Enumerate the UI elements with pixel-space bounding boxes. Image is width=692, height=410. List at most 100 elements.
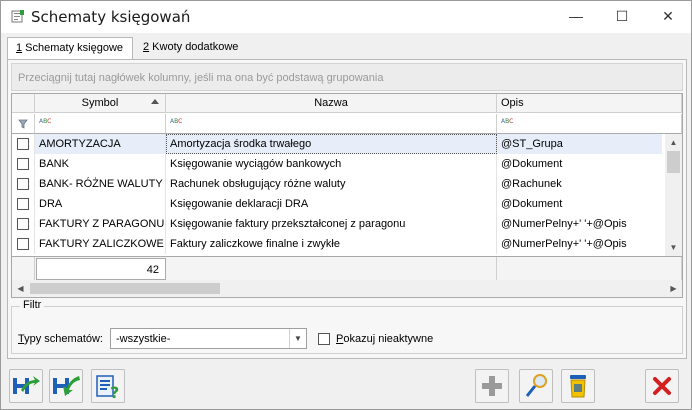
label-text: ypy schematów: — [24, 333, 103, 345]
column-header-label: Opis — [501, 97, 524, 109]
schemes-grid: Symbol Nazwa Opis ABC ABC ABC AMORTYZACJ… — [11, 93, 683, 298]
scroll-right-icon[interactable]: ▶ — [665, 280, 682, 297]
table-row[interactable]: FAKTURY Z PARAGONU Księgowanie faktury p… — [12, 214, 662, 234]
row-checkbox-cell — [12, 234, 35, 254]
row-checkbox-cell — [12, 214, 35, 234]
app-icon — [11, 10, 24, 23]
column-header-label: Nazwa — [314, 97, 348, 109]
close-dialog-button[interactable] — [645, 369, 679, 403]
table-row[interactable]: BANK- RÓŻNE WALUTY Rachunek obsługujący … — [12, 174, 662, 194]
cell-symbol: AMORTYZACJA — [35, 134, 166, 154]
table-row[interactable]: BANK Księgowanie wyciągów bankowych @Dok… — [12, 154, 662, 174]
tab-label: Kwoty dodatkowe — [149, 41, 239, 53]
plus-icon — [482, 376, 502, 396]
export-schemes-button[interactable] — [9, 369, 43, 403]
scheme-type-value: -wszystkie- — [116, 333, 171, 345]
scheme-help-button[interactable]: ? — [91, 369, 125, 403]
close-window-button[interactable]: ✕ — [645, 1, 691, 31]
filter-cell-opis[interactable]: ABC — [497, 114, 682, 134]
tab-schematy-ksiegowe[interactable]: 1 Schematy księgowe — [7, 37, 133, 60]
scheme-type-label: Typy schematów: — [18, 333, 103, 345]
group-by-hint: Przeciągnij tutaj nagłówek kolumny, jeśl… — [18, 72, 384, 84]
tab-panel: Przeciągnij tutaj nagłówek kolumny, jeśl… — [7, 59, 687, 359]
magnifier-icon — [525, 374, 547, 397]
group-by-area[interactable]: Przeciągnij tutaj nagłówek kolumny, jeśl… — [11, 63, 683, 91]
cell-nazwa: Rachunek obsługujący różne waluty — [166, 174, 497, 194]
cell-symbol: BANK — [35, 154, 166, 174]
vertical-scroll-thumb[interactable] — [667, 151, 680, 173]
footer-cell-opis — [497, 257, 682, 280]
row-checkbox[interactable] — [17, 238, 29, 250]
filter-group-legend: Filtr — [20, 299, 45, 311]
text-filter-icon: ABC — [170, 118, 183, 125]
cell-nazwa: Księgowanie faktury przekształconej z pa… — [166, 214, 497, 234]
summary-footer: 42 — [12, 256, 682, 280]
column-header-label: Symbol — [81, 97, 119, 109]
cell-nazwa: Księgowanie deklaracji DRA — [166, 194, 497, 214]
text-filter-icon: ABC — [39, 118, 52, 125]
vertical-scrollbar[interactable]: ▲ ▼ — [665, 134, 682, 256]
scheme-type-select[interactable]: -wszystkie- ▼ — [110, 328, 307, 349]
row-checkbox[interactable] — [17, 218, 29, 230]
table-row[interactable]: AMORTYZACJA Amortyzacja środka trwałego … — [12, 134, 662, 154]
scroll-left-icon[interactable]: ◀ — [12, 280, 29, 297]
window-title: Schematy księgowań — [31, 8, 191, 26]
column-header-nazwa[interactable]: Nazwa — [166, 94, 497, 113]
cell-nazwa: Faktury zaliczkowe finalne i zwykłe — [166, 234, 497, 254]
cell-opis: @Dokument — [501, 198, 563, 210]
tab-label: Schematy księgowe — [22, 42, 124, 54]
svg-text:?: ? — [110, 383, 119, 400]
tab-kwoty-dodatkowe[interactable]: 2 Kwoty dodatkowe — [135, 37, 251, 59]
import-icon — [53, 376, 80, 396]
trash-bin-icon — [570, 375, 586, 398]
cell-opis: @ST_Grupa — [497, 134, 662, 154]
cell-opis: @Dokument — [501, 158, 563, 170]
table-row[interactable]: DRA Księgowanie deklaracji DRA @Dokument — [12, 194, 662, 214]
row-checkbox-cell — [12, 194, 35, 214]
cell-symbol: FAKTURY Z PARAGONU — [35, 214, 166, 234]
footer-cell-nazwa — [166, 257, 497, 280]
add-button[interactable] — [475, 369, 509, 403]
filter-cell-nazwa[interactable]: ABC — [166, 114, 497, 134]
delete-to-bin-button[interactable] — [561, 369, 595, 403]
sort-ascending-icon — [151, 99, 159, 104]
row-checkbox[interactable] — [17, 198, 29, 210]
export-icon — [13, 376, 40, 394]
column-header-opis[interactable]: Opis — [497, 94, 682, 113]
header-indicator — [12, 94, 35, 113]
filter-group: Filtr Typy schematów: -wszystkie- ▼ Poka… — [11, 299, 683, 354]
filter-row-indicator[interactable] — [12, 114, 35, 134]
column-header-symbol[interactable]: Symbol — [35, 94, 166, 113]
table-row[interactable]: FAKTURY ZALICZKOWE Faktury zaliczkowe fi… — [12, 234, 662, 254]
row-checkbox-cell — [12, 134, 35, 154]
scroll-down-icon[interactable]: ▼ — [665, 239, 682, 256]
document-help-icon: ? — [96, 375, 119, 400]
row-checkbox-cell — [12, 174, 35, 194]
cell-opis: @Rachunek — [501, 178, 562, 190]
label-text: okazuj nieaktywne — [343, 333, 434, 345]
title-bar: Schematy księgowań — ☐ ✕ — [1, 1, 691, 33]
row-checkbox[interactable] — [17, 158, 29, 170]
footer-indicator — [12, 257, 35, 280]
cell-symbol: FAKTURY ZALICZKOWE — [35, 234, 166, 254]
row-checkbox[interactable] — [17, 138, 29, 150]
window: Schematy księgowań — ☐ ✕ 1 Schematy księ… — [0, 0, 692, 410]
cell-symbol: BANK- RÓŻNE WALUTY — [35, 174, 166, 194]
show-inactive-checkbox[interactable] — [318, 333, 330, 345]
record-count: 42 — [36, 258, 166, 280]
minimize-button[interactable]: — — [553, 1, 599, 31]
scroll-up-icon[interactable]: ▲ — [665, 134, 682, 151]
filter-cell-symbol[interactable]: ABC — [35, 114, 166, 134]
maximize-button[interactable]: ☐ — [599, 1, 645, 31]
close-icon — [653, 377, 671, 395]
import-schemes-button[interactable] — [49, 369, 83, 403]
filter-icon — [18, 119, 28, 129]
row-checkbox[interactable] — [17, 178, 29, 190]
show-inactive-label[interactable]: Pokazuj nieaktywne — [336, 333, 433, 345]
preview-button[interactable] — [519, 369, 553, 403]
cell-nazwa: Amortyzacja środka trwałego — [166, 134, 497, 154]
horizontal-scroll-thumb[interactable] — [30, 283, 220, 294]
cell-nazwa: Księgowanie wyciągów bankowych — [166, 154, 497, 174]
chevron-down-icon[interactable]: ▼ — [289, 329, 306, 348]
horizontal-scrollbar[interactable]: ◀ ▶ — [12, 280, 682, 297]
